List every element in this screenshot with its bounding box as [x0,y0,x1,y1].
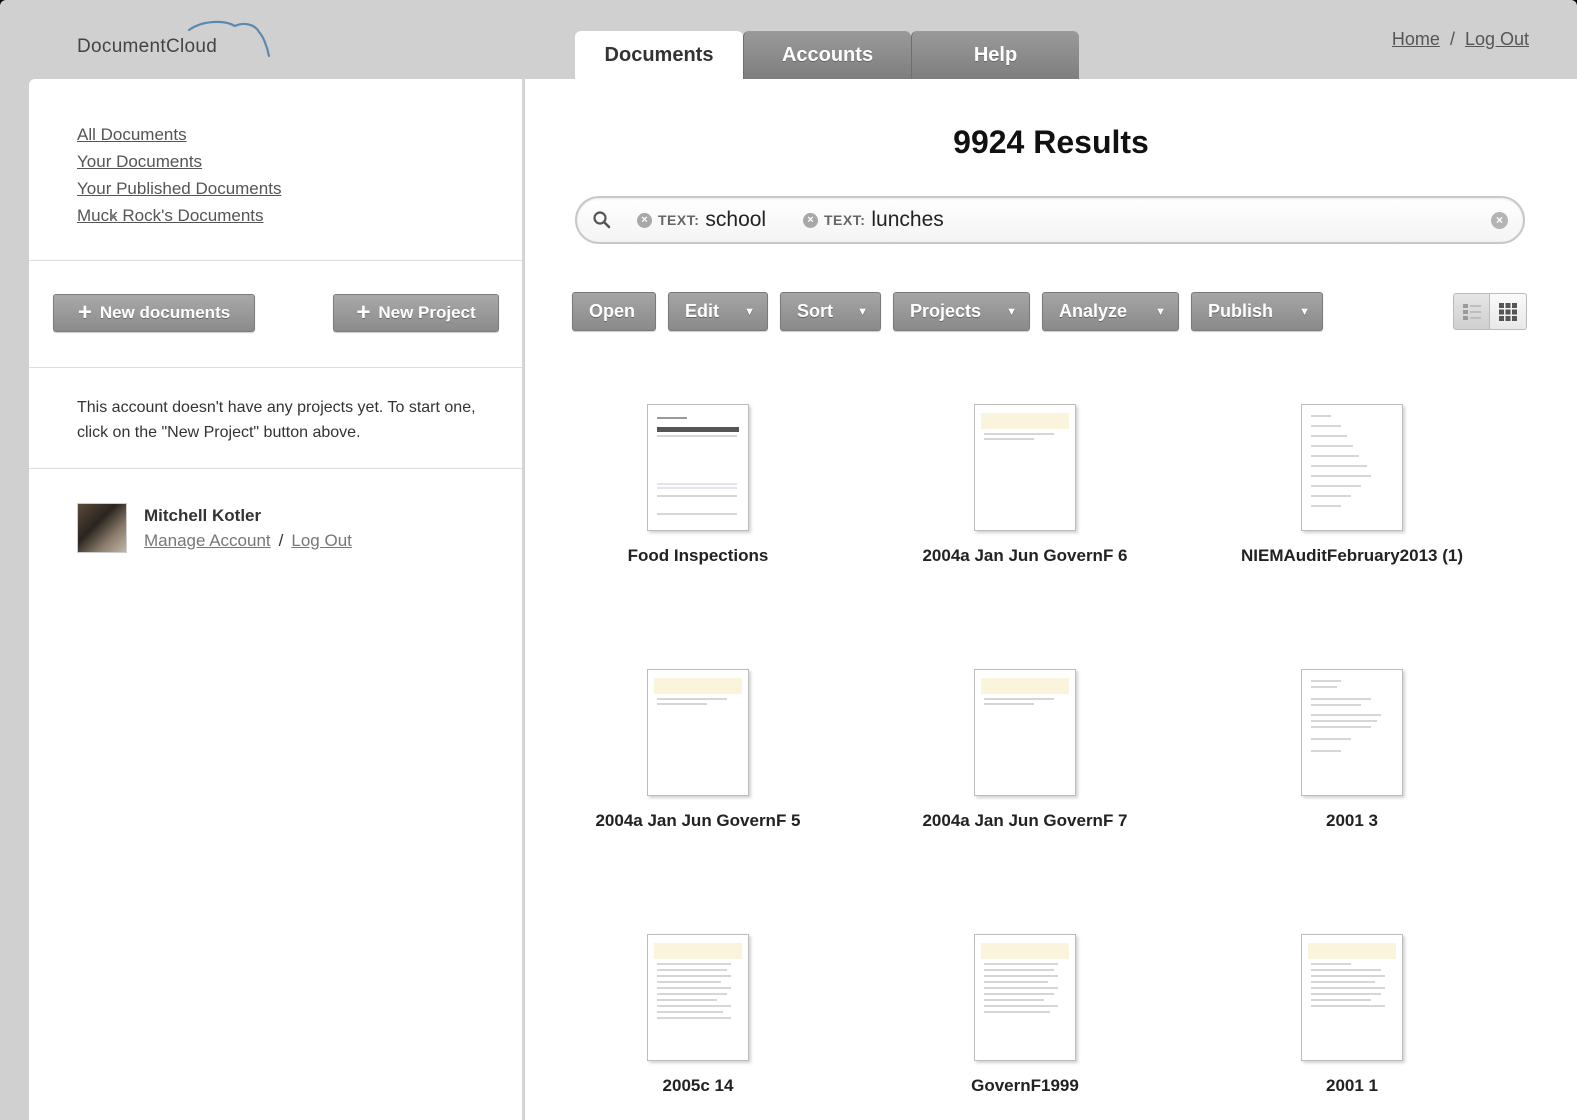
new-documents-label: New documents [99,303,231,322]
document-tile[interactable]: 2004a Jan Jun GovernF 7 [895,669,1155,831]
new-documents-button[interactable]: + New documents [53,294,255,332]
document-tile[interactable]: 2004a Jan Jun GovernF 6 [895,404,1155,566]
sidebar-item-your-documents[interactable]: Your Documents [77,148,522,175]
account-panel: Mitchell Kotler Manage Account / Log Out [29,469,522,569]
account-links: Manage Account / Log Out [144,531,352,551]
document-title[interactable]: GovernF1999 [895,1076,1155,1096]
new-project-button[interactable]: + New Project [333,294,499,332]
main-tabs: Documents Accounts Help [575,31,1079,79]
document-thumbnail[interactable] [974,669,1076,796]
main-panel: 9924 Results × TEXT: school × TEXT: lunc… [525,79,1577,1120]
document-title[interactable]: 2004a Jan Jun GovernF 7 [895,811,1155,831]
document-title[interactable]: 2001 3 [1222,811,1482,831]
account-logout-link[interactable]: Log Out [291,531,352,550]
document-tile[interactable]: 2005c 14 [568,934,828,1096]
plus-icon: + [356,299,371,326]
top-links-separator: / [1449,29,1455,49]
home-link[interactable]: Home [1392,29,1440,49]
sidebar: All Documents Your Documents Your Publis… [29,79,524,1120]
document-tile[interactable]: GovernF1999 [895,934,1155,1096]
sidebar-actions: + New documents + New Project [29,261,522,368]
document-title[interactable]: 2004a Jan Jun GovernF 6 [895,546,1155,566]
document-title[interactable]: 2004a Jan Jun GovernF 5 [568,811,828,831]
cloud-logo-icon [187,20,271,58]
document-title[interactable]: 2001 1 [1222,1076,1482,1096]
tab-accounts[interactable]: Accounts [743,31,911,79]
manage-account-link[interactable]: Manage Account [144,531,271,550]
account-name: Mitchell Kotler [144,506,262,525]
sidebar-item-muck-rock-documents[interactable]: Muck Rock's Documents [77,202,522,229]
avatar [77,503,127,553]
expand-triangle-icon[interactable]: ▶ [110,211,117,222]
document-thumbnail[interactable] [974,934,1076,1061]
document-tile[interactable]: 2001 3 [1222,669,1482,831]
sidebar-nav: All Documents Your Documents Your Publis… [29,79,522,261]
sidebar-item-your-published-documents[interactable]: Your Published Documents [77,175,522,202]
document-thumbnail[interactable] [647,669,749,796]
projects-empty-message: This account doesn't have any projects y… [29,368,522,469]
document-thumbnail[interactable] [1301,669,1403,796]
logout-link[interactable]: Log Out [1465,29,1529,49]
document-grid: Food Inspections 2004a Jan Jun GovernF 6 [525,79,1577,1120]
document-tile[interactable]: 2001 1 [1222,934,1482,1096]
document-thumbnail[interactable] [974,404,1076,531]
document-title[interactable]: 2005c 14 [568,1076,828,1096]
tab-documents[interactable]: Documents [575,31,743,79]
sidebar-item-all-documents[interactable]: All Documents [77,121,522,148]
top-links: Home / Log Out [1392,29,1529,50]
app-window: DocumentCloud Documents Accounts Help Ho… [0,0,1577,1120]
tab-help[interactable]: Help [911,31,1079,79]
document-thumbnail[interactable] [647,934,749,1061]
document-tile[interactable]: NIEMAuditFebruary2013 (1) [1222,404,1482,566]
document-title[interactable]: Food Inspections [568,546,828,566]
plus-icon: + [77,299,92,326]
document-tile[interactable]: Food Inspections [568,404,828,566]
document-thumbnail[interactable] [647,404,749,531]
account-links-separator: / [278,531,284,550]
new-project-label: New Project [378,303,476,322]
document-thumbnail[interactable] [1301,404,1403,531]
document-title[interactable]: NIEMAuditFebruary2013 (1) [1222,546,1482,566]
document-tile[interactable]: 2004a Jan Jun GovernF 5 [568,669,828,831]
document-thumbnail[interactable] [1301,934,1403,1061]
